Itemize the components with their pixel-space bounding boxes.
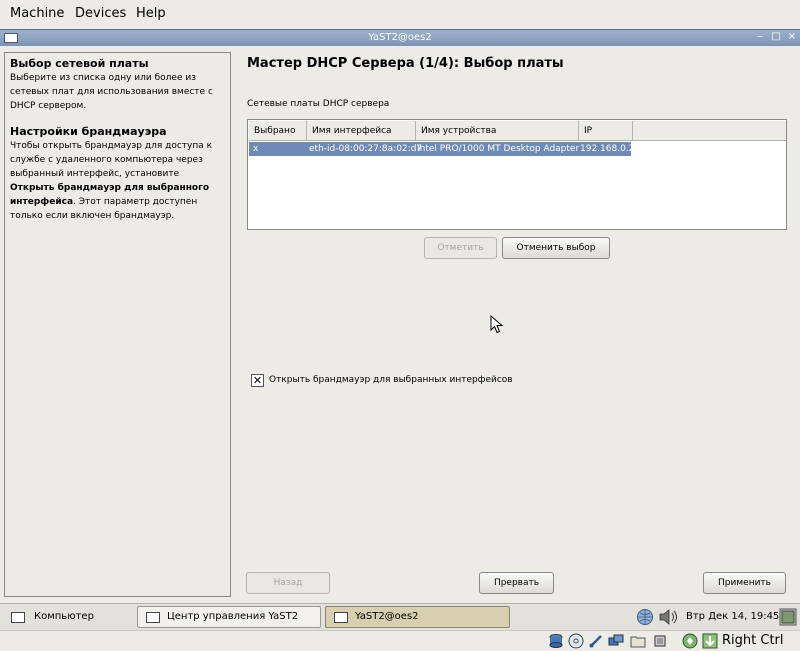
- cell-device: Intel PRO/1000 MT Desktop Adapter: [417, 144, 580, 154]
- volume-icon[interactable]: [658, 608, 680, 626]
- menu-machine[interactable]: Machine: [10, 6, 64, 21]
- select-button[interactable]: Отметить: [424, 237, 497, 259]
- help-pane: Выбор сетевой платы Выберите из списка о…: [4, 52, 231, 597]
- virtualization-icon[interactable]: [682, 633, 698, 649]
- apply-button[interactable]: Применить: [703, 572, 786, 594]
- help-heading-select-card: Выбор сетевой платы: [10, 57, 149, 70]
- maximize-icon[interactable]: □: [770, 31, 782, 43]
- clock[interactable]: Втр Дек 14, 19:45: [686, 611, 779, 622]
- yast-control-center-icon: [146, 612, 160, 623]
- window-titlebar[interactable]: YaST2@oes2 ‒ □ ×: [0, 29, 800, 46]
- cell-ip: 192.168.0.2: [580, 144, 635, 154]
- shared-folders-icon[interactable]: [630, 633, 646, 649]
- cell-selected: x: [253, 144, 259, 154]
- menu-devices[interactable]: Devices: [75, 6, 126, 21]
- desktop-switcher-icon[interactable]: [779, 608, 797, 626]
- task-label: Центр управления YaST2: [167, 611, 299, 622]
- computer-icon: [11, 612, 25, 623]
- column-header-interface[interactable]: Имя интерфейса: [307, 121, 416, 141]
- close-icon[interactable]: ×: [786, 31, 798, 43]
- optical-drive-icon[interactable]: [568, 633, 584, 649]
- host-key-label: Right Ctrl: [722, 633, 784, 648]
- table-row[interactable]: x eth-id-08:00:27:8a:02:d7 Intel PRO/100…: [249, 142, 800, 156]
- mouse-integration-icon[interactable]: [702, 633, 718, 649]
- cell-interface: eth-id-08:00:27:8a:02:d7: [309, 144, 423, 154]
- table-label: Сетевые платы DHCP сервера: [247, 99, 390, 109]
- minimize-icon[interactable]: ‒: [754, 31, 766, 43]
- menu-help[interactable]: Help: [136, 6, 166, 21]
- vm-statusbar: Right Ctrl: [0, 630, 800, 651]
- computer-menu-button[interactable]: Компьютер: [4, 606, 125, 628]
- network-adapter-icon[interactable]: [608, 633, 624, 649]
- back-button[interactable]: Назад: [246, 572, 330, 594]
- hard-disk-icon[interactable]: [548, 633, 564, 649]
- window-icon: [334, 612, 348, 623]
- help-text-firewall-1: Чтобы открыть брандмауэр для доступа к с…: [10, 141, 213, 179]
- usb-icon[interactable]: [588, 633, 604, 649]
- help-text-select-card: Выберите из списка одну или более из сет…: [10, 73, 213, 111]
- mouse-cursor-icon: [490, 315, 504, 334]
- firewall-checkbox[interactable]: ✕: [251, 374, 264, 387]
- column-header-ip[interactable]: IP: [579, 121, 633, 141]
- taskbar: Компьютер Центр управления YaST2 YaST2@o…: [0, 603, 800, 630]
- deselect-button[interactable]: Отменить выбор: [502, 237, 610, 259]
- network-cards-table[interactable]: Выбрано Имя интерфейса Имя устройства IP…: [247, 119, 787, 230]
- task-label: YaST2@oes2: [355, 611, 419, 622]
- task-yast-control-center[interactable]: Центр управления YaST2: [137, 606, 321, 628]
- cpu-icon[interactable]: [652, 633, 668, 649]
- firewall-checkbox-label[interactable]: Открыть брандмауэр для выбранных интерфе…: [269, 375, 513, 385]
- window-title: YaST2@oes2: [368, 32, 432, 43]
- column-header-selected[interactable]: Выбрано: [249, 121, 307, 141]
- page-title: Мастер DHCP Сервера (1/4): Выбор платы: [247, 56, 564, 71]
- network-globe-icon[interactable]: [636, 608, 654, 626]
- task-yast-oes2[interactable]: YaST2@oes2: [325, 606, 510, 628]
- column-header-device[interactable]: Имя устройства: [416, 121, 579, 141]
- abort-button[interactable]: Прервать: [479, 572, 554, 594]
- help-heading-firewall: Настройки брандмауэра: [10, 125, 167, 138]
- computer-menu-label: Компьютер: [34, 611, 94, 622]
- help-text-firewall: Чтобы открыть брандмауэр для доступа к с…: [10, 139, 225, 223]
- menubar: Machine Devices Help: [0, 0, 800, 28]
- table-header: Выбрано Имя интерфейса Имя устройства IP: [249, 121, 786, 141]
